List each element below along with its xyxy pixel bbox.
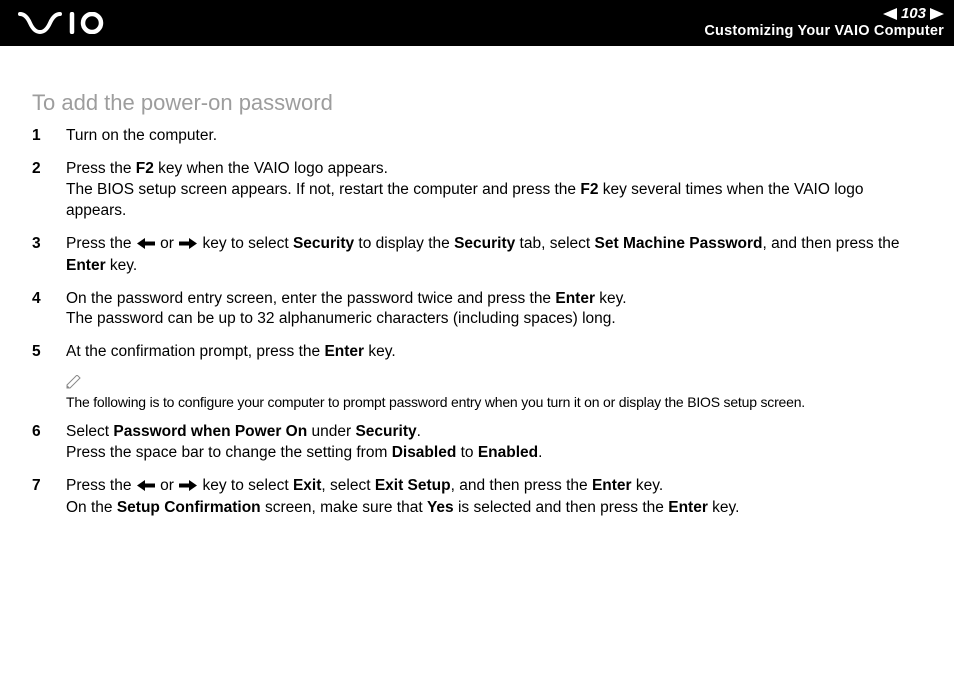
bold-text: Enter bbox=[592, 477, 632, 494]
prev-page-arrow-icon[interactable] bbox=[883, 8, 897, 20]
step-number: 6 bbox=[32, 422, 66, 464]
step-body: At the confirmation prompt, press the En… bbox=[66, 342, 926, 363]
step-item: 3Press the or key to select Security to … bbox=[32, 234, 926, 277]
page-nav: 103 bbox=[704, 5, 944, 23]
bold-text: Set Machine Password bbox=[595, 235, 763, 252]
step-body: Press the F2 key when the VAIO logo appe… bbox=[66, 159, 926, 222]
bold-text: Password when Power On bbox=[113, 423, 307, 440]
bold-text: Security bbox=[355, 423, 416, 440]
step-number: 3 bbox=[32, 234, 66, 277]
step-item: 2Press the F2 key when the VAIO logo app… bbox=[32, 159, 926, 222]
bold-text: Enter bbox=[555, 290, 595, 307]
bold-text: Yes bbox=[427, 499, 454, 516]
bold-text: Exit Setup bbox=[375, 477, 451, 494]
bold-text: Enter bbox=[66, 257, 106, 274]
bold-text: Setup Confirmation bbox=[117, 499, 261, 516]
bold-text: Disabled bbox=[392, 444, 457, 461]
page-number: 103 bbox=[901, 5, 926, 23]
arrow-right-icon bbox=[179, 477, 197, 498]
note-block: The following is to configure your compu… bbox=[66, 375, 926, 410]
step-number: 7 bbox=[32, 476, 66, 519]
bold-text: Exit bbox=[293, 477, 321, 494]
step-number: 4 bbox=[32, 289, 66, 331]
bold-text: Enter bbox=[668, 499, 708, 516]
section-title: To add the power-on password bbox=[32, 90, 926, 116]
breadcrumb[interactable]: Customizing Your VAIO Computer bbox=[704, 23, 944, 40]
steps-list: 1Turn on the computer.2Press the F2 key … bbox=[32, 126, 926, 363]
step-item: 4On the password entry screen, enter the… bbox=[32, 289, 926, 331]
step-number: 1 bbox=[32, 126, 66, 147]
header-right: 103 Customizing Your VAIO Computer bbox=[704, 5, 944, 40]
note-text: The following is to configure your compu… bbox=[66, 394, 926, 410]
arrow-right-icon bbox=[179, 235, 197, 256]
step-number: 5 bbox=[32, 342, 66, 363]
step-number: 2 bbox=[32, 159, 66, 222]
arrow-left-icon bbox=[137, 477, 155, 498]
bold-text: Enter bbox=[324, 343, 364, 360]
step-body: On the password entry screen, enter the … bbox=[66, 289, 926, 331]
step-item: 6Select Password when Power On under Sec… bbox=[32, 422, 926, 464]
step-body: Press the or key to select Security to d… bbox=[66, 234, 926, 277]
arrow-left-icon bbox=[137, 235, 155, 256]
vaio-logo bbox=[18, 12, 118, 34]
step-item: 1Turn on the computer. bbox=[32, 126, 926, 147]
bold-text: F2 bbox=[136, 160, 154, 177]
step-body: Press the or key to select Exit, select … bbox=[66, 476, 926, 519]
step-item: 5At the confirmation prompt, press the E… bbox=[32, 342, 926, 363]
bold-text: Security bbox=[293, 235, 354, 252]
bold-text: Security bbox=[454, 235, 515, 252]
step-body: Select Password when Power On under Secu… bbox=[66, 422, 926, 464]
bold-text: Enabled bbox=[478, 444, 538, 461]
header-bar: 103 Customizing Your VAIO Computer bbox=[0, 0, 954, 46]
bold-text: F2 bbox=[580, 181, 598, 198]
next-page-arrow-icon[interactable] bbox=[930, 8, 944, 20]
step-item: 7Press the or key to select Exit, select… bbox=[32, 476, 926, 519]
note-icon bbox=[66, 375, 926, 394]
page-content: To add the power-on password 1Turn on th… bbox=[0, 46, 954, 519]
step-body: Turn on the computer. bbox=[66, 126, 926, 147]
steps-list-continued: 6Select Password when Power On under Sec… bbox=[32, 422, 926, 519]
